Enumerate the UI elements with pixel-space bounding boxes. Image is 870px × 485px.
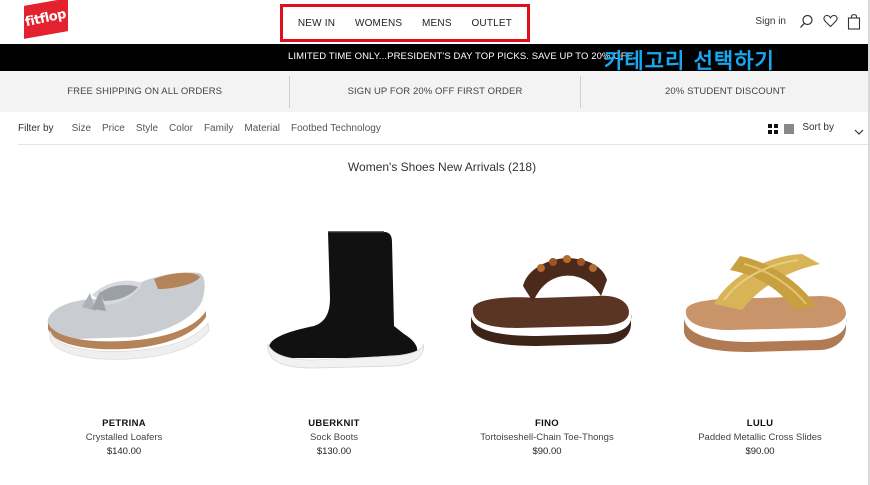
product-name[interactable]: FINO <box>447 418 647 429</box>
sign-in-link[interactable]: Sign in <box>755 16 786 27</box>
filter-style[interactable]: Style <box>136 123 158 134</box>
filter-footbed-technology[interactable]: Footbed Technology <box>291 123 381 134</box>
product-image[interactable] <box>24 196 224 406</box>
product-image[interactable] <box>660 196 860 406</box>
fitflop-logo[interactable]: fitflop <box>24 0 68 39</box>
product-image[interactable] <box>447 196 647 406</box>
product-price: $140.00 <box>106 446 142 457</box>
filter-by-label: Filter by <box>18 122 54 134</box>
product-description[interactable]: Sock Boots <box>234 432 434 443</box>
product-card[interactable]: LULU Padded Metallic Cross Slides $90.00 <box>660 196 860 457</box>
single-view-icon[interactable] <box>784 124 794 134</box>
product-name[interactable]: PETRINA <box>24 418 224 429</box>
filter-size[interactable]: Size <box>72 123 91 134</box>
listing-title: Women's Shoes New Arrivals (218) <box>347 160 537 174</box>
filter-material[interactable]: Material <box>244 123 280 134</box>
product-price: $90.00 <box>745 446 775 457</box>
nav-new-in[interactable]: NEW IN <box>298 18 335 29</box>
benefit-free-shipping[interactable]: FREE SHIPPING ON ALL ORDERS <box>0 76 289 108</box>
nav-mens[interactable]: MENS <box>422 18 452 29</box>
filter-family[interactable]: Family <box>204 123 233 134</box>
product-image[interactable] <box>234 196 434 406</box>
product-name[interactable]: UBERKNIT <box>234 418 434 429</box>
nav-outlet[interactable]: OUTLET <box>471 18 512 29</box>
promo-bar[interactable]: LIMITED TIME ONLY...PRESIDENT'S DAY TOP … <box>0 44 870 73</box>
filter-price[interactable]: Price <box>102 123 125 134</box>
bag-icon[interactable] <box>846 12 862 30</box>
promo-text: LIMITED TIME ONLY...PRESIDENT'S DAY TOP … <box>288 51 633 62</box>
header-actions: Sign in <box>755 12 862 30</box>
filter-color[interactable]: Color <box>169 123 193 134</box>
benefit-signup-offer[interactable]: SIGN UP FOR 20% OFF FIRST ORDER <box>289 75 579 108</box>
product-card[interactable]: UBERKNIT Sock Boots $130.00 <box>234 196 434 457</box>
search-icon[interactable] <box>798 12 814 30</box>
heart-icon[interactable] <box>822 12 838 30</box>
sort-by-dropdown[interactable]: Sort by <box>802 122 834 133</box>
product-description[interactable]: Tortoiseshell-Chain Toe-Thongs <box>447 432 647 443</box>
product-description[interactable]: Padded Metallic Cross Slides <box>660 432 860 443</box>
chevron-down-icon[interactable] <box>854 123 864 141</box>
main-nav: NEW IN WOMENS MENS OUTLET <box>280 4 530 42</box>
product-price: $90.00 <box>532 446 562 457</box>
logo-text: fitflop <box>24 6 68 31</box>
product-card[interactable]: PETRINA Crystalled Loafers $140.00 <box>24 196 224 457</box>
grid-view-icon[interactable] <box>768 124 778 134</box>
product-description[interactable]: Crystalled Loafers <box>24 432 224 443</box>
site-header: fitflop NEW IN WOMENS MENS OUTLET Sign i… <box>0 0 870 44</box>
product-price: $130.00 <box>316 446 352 457</box>
product-card[interactable]: FINO Tortoiseshell-Chain Toe-Thongs $90.… <box>447 196 647 457</box>
benefits-bar: FREE SHIPPING ON ALL ORDERS SIGN UP FOR … <box>0 71 870 112</box>
nav-womens[interactable]: WOMENS <box>355 18 402 29</box>
benefit-student-discount[interactable]: 20% STUDENT DISCOUNT <box>579 75 870 108</box>
filter-bar: Filter by Size Price Style Color Family … <box>18 112 870 145</box>
product-name[interactable]: LULU <box>660 418 860 429</box>
view-toggle <box>768 124 794 134</box>
